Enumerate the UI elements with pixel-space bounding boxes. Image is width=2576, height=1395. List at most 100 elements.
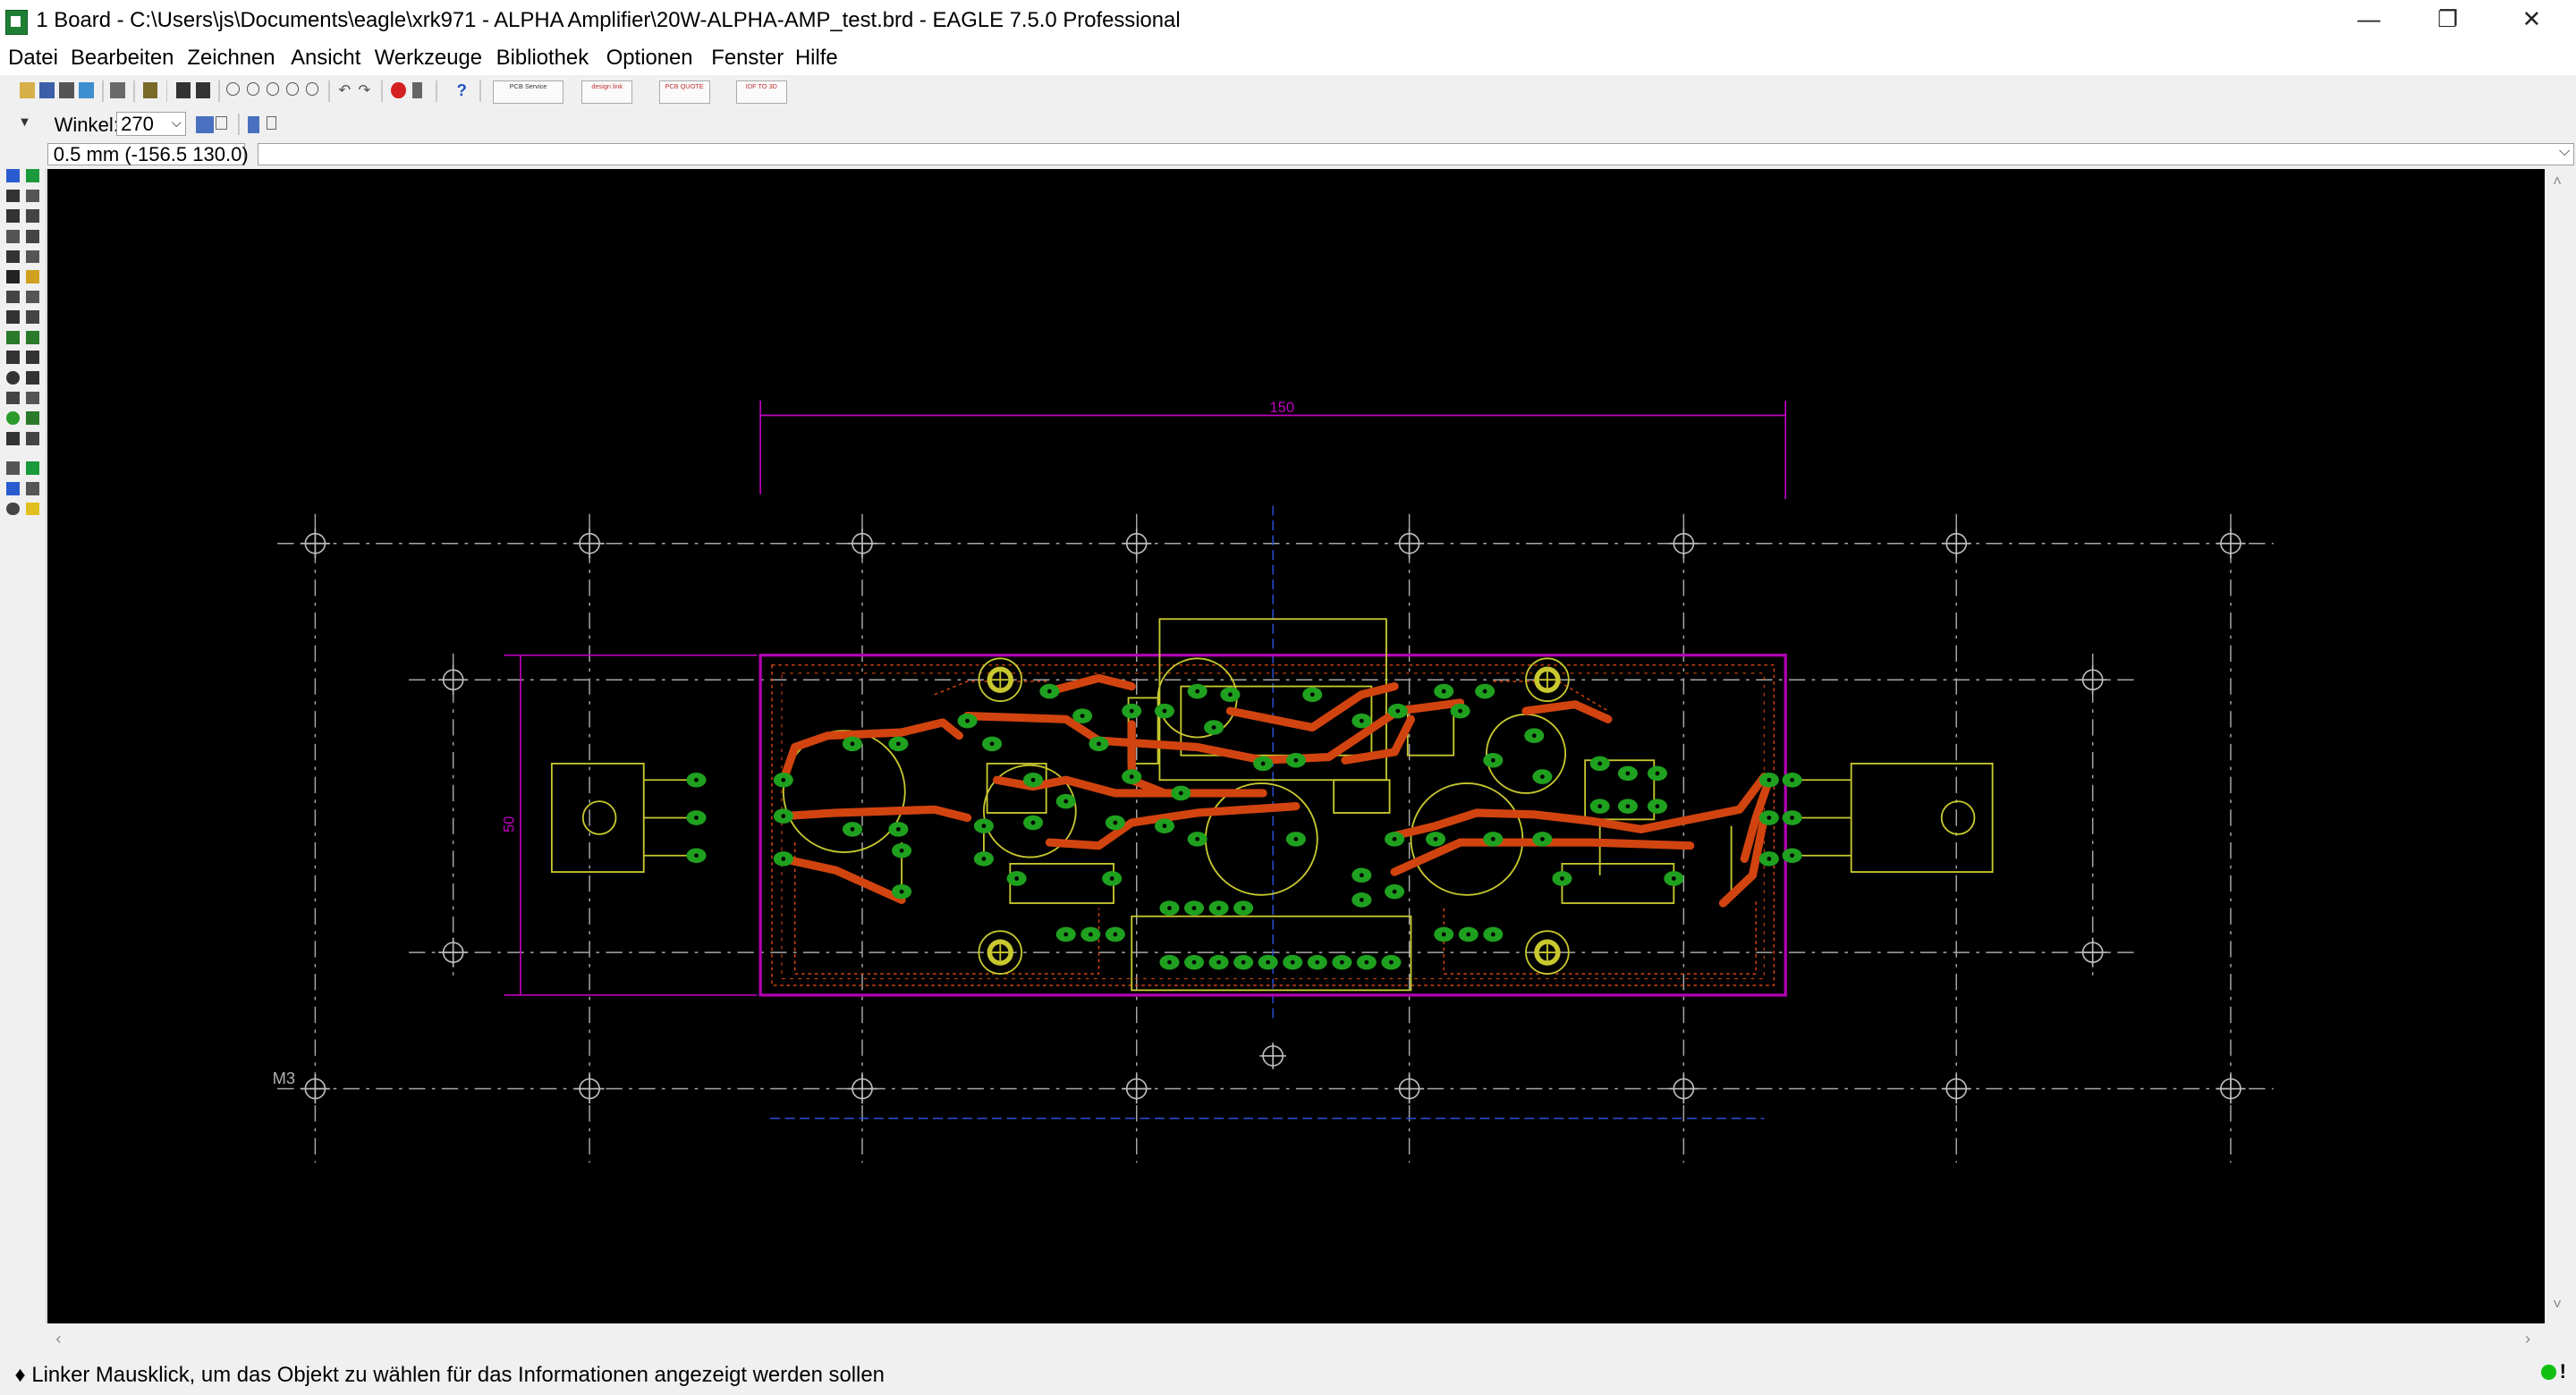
- script-icon[interactable]: [110, 81, 125, 99]
- menu-bibliothek[interactable]: Bibliothek: [496, 46, 589, 71]
- menu-fenster[interactable]: Fenster: [711, 46, 784, 71]
- help-icon[interactable]: ?: [457, 81, 472, 98]
- winkel-select[interactable]: 270 ⌵: [116, 111, 186, 137]
- save-icon[interactable]: [39, 81, 55, 99]
- errors-icon[interactable]: [6, 502, 21, 516]
- show-icon[interactable]: [26, 169, 40, 182]
- open-icon[interactable]: [20, 81, 35, 99]
- design-link-logo[interactable]: design link: [581, 80, 633, 104]
- command-input[interactable]: ⌵: [258, 142, 2575, 166]
- menu-optionen[interactable]: Optionen: [606, 46, 693, 71]
- dimension-icon[interactable]: [6, 461, 21, 476]
- zoom-fit-icon[interactable]: [226, 81, 241, 96]
- scroll-left-icon[interactable]: ‹: [55, 1329, 61, 1348]
- erc-icon[interactable]: [26, 502, 40, 516]
- menu-zeichnen[interactable]: Zeichnen: [187, 46, 275, 71]
- trace-2[interactable]: [779, 854, 906, 905]
- add-icon[interactable]: [26, 270, 40, 283]
- polygon-icon[interactable]: [26, 391, 40, 405]
- board-icon[interactable]: [175, 81, 191, 99]
- board-canvas[interactable]: M3 150 50: [47, 169, 2546, 1324]
- pad-drill: [1790, 853, 1795, 858]
- scroll-up-icon[interactable]: ˄: [2553, 173, 2562, 190]
- menu-werkzeuge[interactable]: Werkzeuge: [375, 46, 482, 71]
- mirror-text-icon[interactable]: [195, 116, 214, 133]
- minimize-button[interactable]: —: [2331, 0, 2406, 43]
- zoom-select-icon[interactable]: [305, 81, 319, 96]
- hole-icon[interactable]: [6, 431, 21, 445]
- transistor-right-body[interactable]: [1851, 763, 1994, 874]
- rect-icon[interactable]: [6, 391, 21, 405]
- split-icon[interactable]: [6, 310, 21, 324]
- undo-icon[interactable]: ↶: [338, 81, 353, 98]
- circle-icon[interactable]: [6, 371, 21, 385]
- move-icon[interactable]: [6, 209, 21, 224]
- pcb-quote-logo[interactable]: PCB QUOTE: [658, 80, 710, 104]
- menu-hilfe[interactable]: Hilfe: [795, 46, 838, 71]
- arc-icon[interactable]: [26, 371, 40, 385]
- info-icon[interactable]: [6, 169, 21, 182]
- idf-to-3d-logo[interactable]: IDF TO 3D: [735, 80, 787, 104]
- mark-icon[interactable]: [26, 189, 40, 203]
- trace-3[interactable]: [779, 805, 972, 823]
- pcb-layout[interactable]: M3 150 50: [47, 169, 2545, 1323]
- drc-icon[interactable]: [26, 482, 40, 495]
- align-left-icon[interactable]: [248, 116, 260, 133]
- ulp-icon[interactable]: [142, 81, 158, 99]
- resistor-block-2[interactable]: [1561, 863, 1675, 905]
- horizontal-scrollbar[interactable]: ‹ ›: [47, 1323, 2546, 1354]
- copy-icon[interactable]: [26, 209, 40, 224]
- print-icon[interactable]: [59, 81, 74, 99]
- toolbar-dropdown-icon[interactable]: ▼: [18, 115, 31, 130]
- restore-button[interactable]: ❐: [2410, 0, 2485, 43]
- zoom-out-icon[interactable]: [266, 81, 280, 96]
- zoom-redraw-icon[interactable]: [285, 81, 300, 96]
- pcb-service-logo[interactable]: PCB Service: [493, 80, 564, 104]
- route-icon[interactable]: [6, 330, 21, 344]
- scroll-down-icon[interactable]: ˅: [2553, 1296, 2562, 1314]
- group-icon[interactable]: [6, 249, 21, 264]
- trace-9[interactable]: [1390, 838, 1695, 876]
- smash-icon[interactable]: [26, 290, 40, 304]
- status-alert-icon[interactable]: !: [2560, 1360, 2566, 1383]
- menu-datei[interactable]: Datei: [8, 46, 58, 71]
- ic-footprint-2[interactable]: [1333, 779, 1391, 815]
- delete-icon[interactable]: [6, 270, 21, 283]
- paste-icon[interactable]: [6, 290, 21, 304]
- ripup-icon[interactable]: [26, 330, 40, 344]
- resistor-block-1[interactable]: [1009, 863, 1115, 905]
- ratsnest-icon[interactable]: [26, 461, 40, 476]
- change-icon[interactable]: [26, 249, 40, 264]
- attribute-icon[interactable]: [26, 431, 40, 445]
- spin-icon[interactable]: [215, 116, 227, 131]
- menu-bearbeiten[interactable]: Bearbeiten: [71, 46, 174, 71]
- cam-icon[interactable]: [79, 81, 94, 99]
- rotate-icon[interactable]: [26, 229, 40, 243]
- trace-1[interactable]: [779, 718, 964, 785]
- go-icon[interactable]: [412, 81, 423, 99]
- trace-12[interactable]: [1046, 673, 1137, 696]
- close-button[interactable]: ✕: [2494, 0, 2569, 43]
- display-icon[interactable]: [6, 189, 21, 203]
- pad-drill: [896, 741, 902, 747]
- menu-ansicht[interactable]: Ansicht: [291, 46, 360, 71]
- wire-icon[interactable]: [6, 351, 21, 365]
- pad-drill: [1672, 876, 1676, 882]
- transistor-left-body[interactable]: [551, 763, 645, 874]
- mirror-icon[interactable]: [6, 229, 21, 243]
- resistor-vertical-2[interactable]: [1407, 705, 1455, 757]
- via-icon[interactable]: [6, 411, 21, 425]
- vertical-scrollbar[interactable]: ˄ ˅: [2545, 169, 2576, 1324]
- zoom-in-icon[interactable]: [246, 81, 260, 96]
- redo-icon[interactable]: ↷: [358, 81, 373, 98]
- auto-icon[interactable]: [6, 482, 21, 495]
- align-right-icon[interactable]: [266, 116, 276, 131]
- stop-icon[interactable]: [391, 81, 406, 99]
- connector-header[interactable]: [1131, 915, 1412, 992]
- electrolytic-cap-6[interactable]: [1486, 714, 1567, 795]
- schematic-icon[interactable]: [195, 81, 211, 99]
- miter-icon[interactable]: [26, 310, 40, 324]
- text-icon[interactable]: [26, 351, 40, 365]
- signal-icon[interactable]: [26, 411, 40, 425]
- scroll-right-icon[interactable]: ›: [2525, 1329, 2530, 1348]
